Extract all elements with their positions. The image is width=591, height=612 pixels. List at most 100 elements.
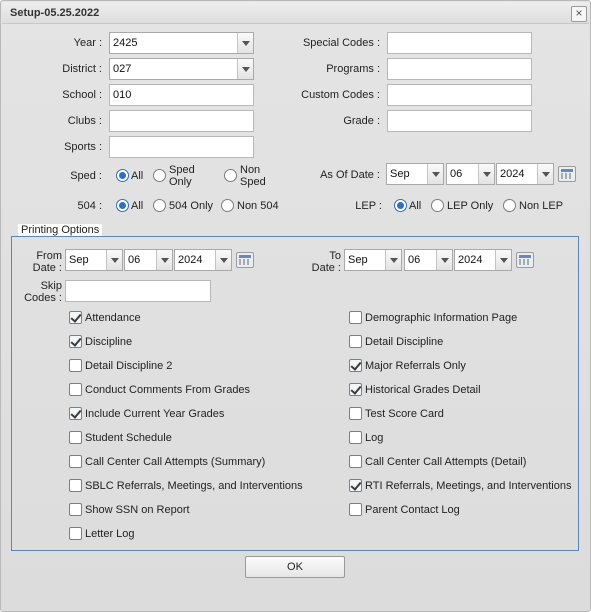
school-label: School : (62, 89, 102, 101)
district-label: District : (62, 63, 102, 75)
show-ssn-checkbox[interactable] (69, 503, 82, 516)
district-select[interactable]: 027 (109, 58, 254, 80)
lep-label: LEP : (355, 200, 382, 212)
chevron-down-icon (156, 250, 172, 270)
non-sped-label-line1: Non (240, 164, 261, 176)
district-value: 027 (113, 63, 132, 75)
letter-log-checkbox[interactable] (69, 527, 82, 540)
skip-codes-input[interactable] (65, 280, 211, 302)
demographic-info-checkbox[interactable] (349, 311, 362, 324)
to-year-value: 2024 (458, 254, 483, 266)
skip-codes-label-line2: Codes : (24, 292, 62, 304)
calendar-icon[interactable] (558, 166, 576, 182)
skip-codes-label-line1: Skip (40, 280, 62, 292)
calendar-icon[interactable] (236, 252, 254, 268)
sped-only-label-line1: Sped (169, 164, 195, 176)
call-center-detail-checkbox[interactable] (349, 455, 362, 468)
lep-all-label: All (409, 200, 422, 212)
dialog-title: Setup-05.25.2022 (10, 7, 100, 19)
custom-codes-input[interactable] (387, 84, 532, 106)
to-month-select[interactable]: Sep (344, 249, 402, 271)
parent-contact-log-label: Parent Contact Log (365, 504, 460, 516)
as-of-day-select[interactable]: 06 (446, 163, 495, 185)
as-of-date-label: As Of Date : (320, 169, 380, 181)
from-day-select[interactable]: 06 (124, 249, 173, 271)
sped-only-radio[interactable] (153, 169, 166, 182)
chevron-down-icon (237, 59, 253, 79)
demographic-info-label: Demographic Information Page (365, 312, 518, 324)
chevron-down-icon (436, 250, 452, 270)
attendance-checkbox[interactable] (69, 311, 82, 324)
close-icon: × (575, 6, 583, 20)
chevron-down-icon (385, 250, 401, 270)
close-button[interactable]: × (571, 6, 587, 22)
discipline-checkbox[interactable] (69, 335, 82, 348)
calendar-icon[interactable] (516, 252, 534, 268)
programs-input[interactable] (387, 58, 532, 80)
historical-grades-checkbox[interactable] (349, 383, 362, 396)
from-date-label-line1: From (36, 250, 62, 262)
f504-all-label: All (131, 200, 144, 212)
show-ssn-label: Show SSN on Report (85, 504, 190, 516)
f504-all-radio[interactable] (116, 199, 129, 212)
major-referrals-label: Major Referrals Only (365, 360, 466, 372)
title-bar[interactable]: Setup-05.25.2022 × (2, 2, 589, 24)
year-select[interactable]: 2425 (109, 32, 254, 54)
from-year-value: 2024 (178, 254, 203, 266)
f504-only-radio[interactable] (153, 199, 166, 212)
include-current-year-grades-checkbox[interactable] (69, 407, 82, 420)
non-504-radio[interactable] (221, 199, 234, 212)
sped-only-label-line2: Only (169, 176, 192, 188)
from-month-select[interactable]: Sep (65, 249, 123, 271)
school-input[interactable]: 010 (109, 84, 254, 106)
sped-label: Sped : (70, 170, 102, 182)
sports-input[interactable] (109, 136, 254, 158)
call-center-detail-label: Call Center Call Attempts (Detail) (365, 456, 527, 468)
letter-log-label: Letter Log (85, 528, 135, 540)
as-of-year-select[interactable]: 2024 (496, 163, 554, 185)
chevron-down-icon (537, 164, 553, 184)
from-year-select[interactable]: 2024 (174, 249, 232, 271)
non-sped-label-line2: Sped (240, 176, 266, 188)
year-value: 2425 (113, 37, 138, 49)
ok-button[interactable]: OK (245, 556, 345, 578)
student-schedule-label: Student Schedule (85, 432, 172, 444)
detail-discipline-checkbox[interactable] (349, 335, 362, 348)
grade-label: Grade : (343, 115, 380, 127)
lep-only-radio[interactable] (431, 199, 444, 212)
chevron-down-icon (215, 250, 231, 270)
custom-codes-label: Custom Codes : (301, 89, 380, 101)
parent-contact-log-checkbox[interactable] (349, 503, 362, 516)
to-day-select[interactable]: 06 (404, 249, 453, 271)
discipline-label: Discipline (85, 336, 133, 348)
lep-all-radio[interactable] (394, 199, 407, 212)
student-schedule-checkbox[interactable] (69, 431, 82, 444)
to-month-value: Sep (348, 254, 368, 266)
call-center-summary-checkbox[interactable] (69, 455, 82, 468)
detail-discipline-label: Detail Discipline (365, 336, 444, 348)
as-of-month-select[interactable]: Sep (386, 163, 444, 185)
special-codes-input[interactable] (387, 32, 532, 54)
include-current-year-grades-label: Include Current Year Grades (85, 408, 225, 420)
test-score-card-label: Test Score Card (365, 408, 444, 420)
rti-referrals-checkbox[interactable] (349, 479, 362, 492)
sped-all-radio[interactable] (116, 169, 129, 182)
chevron-down-icon (106, 250, 122, 270)
test-score-card-checkbox[interactable] (349, 407, 362, 420)
as-of-year-value: 2024 (500, 168, 525, 180)
conduct-comments-checkbox[interactable] (69, 383, 82, 396)
non-sped-radio[interactable] (224, 169, 237, 182)
non-lep-radio[interactable] (503, 199, 516, 212)
chevron-down-icon (478, 164, 494, 184)
detail-discipline-2-checkbox[interactable] (69, 359, 82, 372)
special-codes-label: Special Codes : (302, 37, 380, 49)
grade-input[interactable] (387, 110, 532, 132)
from-month-value: Sep (69, 254, 89, 266)
clubs-label: Clubs : (67, 115, 102, 127)
to-year-select[interactable]: 2024 (454, 249, 512, 271)
sblc-referrals-checkbox[interactable] (69, 479, 82, 492)
major-referrals-checkbox[interactable] (349, 359, 362, 372)
sports-label: Sports : (64, 141, 102, 153)
log-checkbox[interactable] (349, 431, 362, 444)
clubs-input[interactable] (109, 110, 254, 132)
